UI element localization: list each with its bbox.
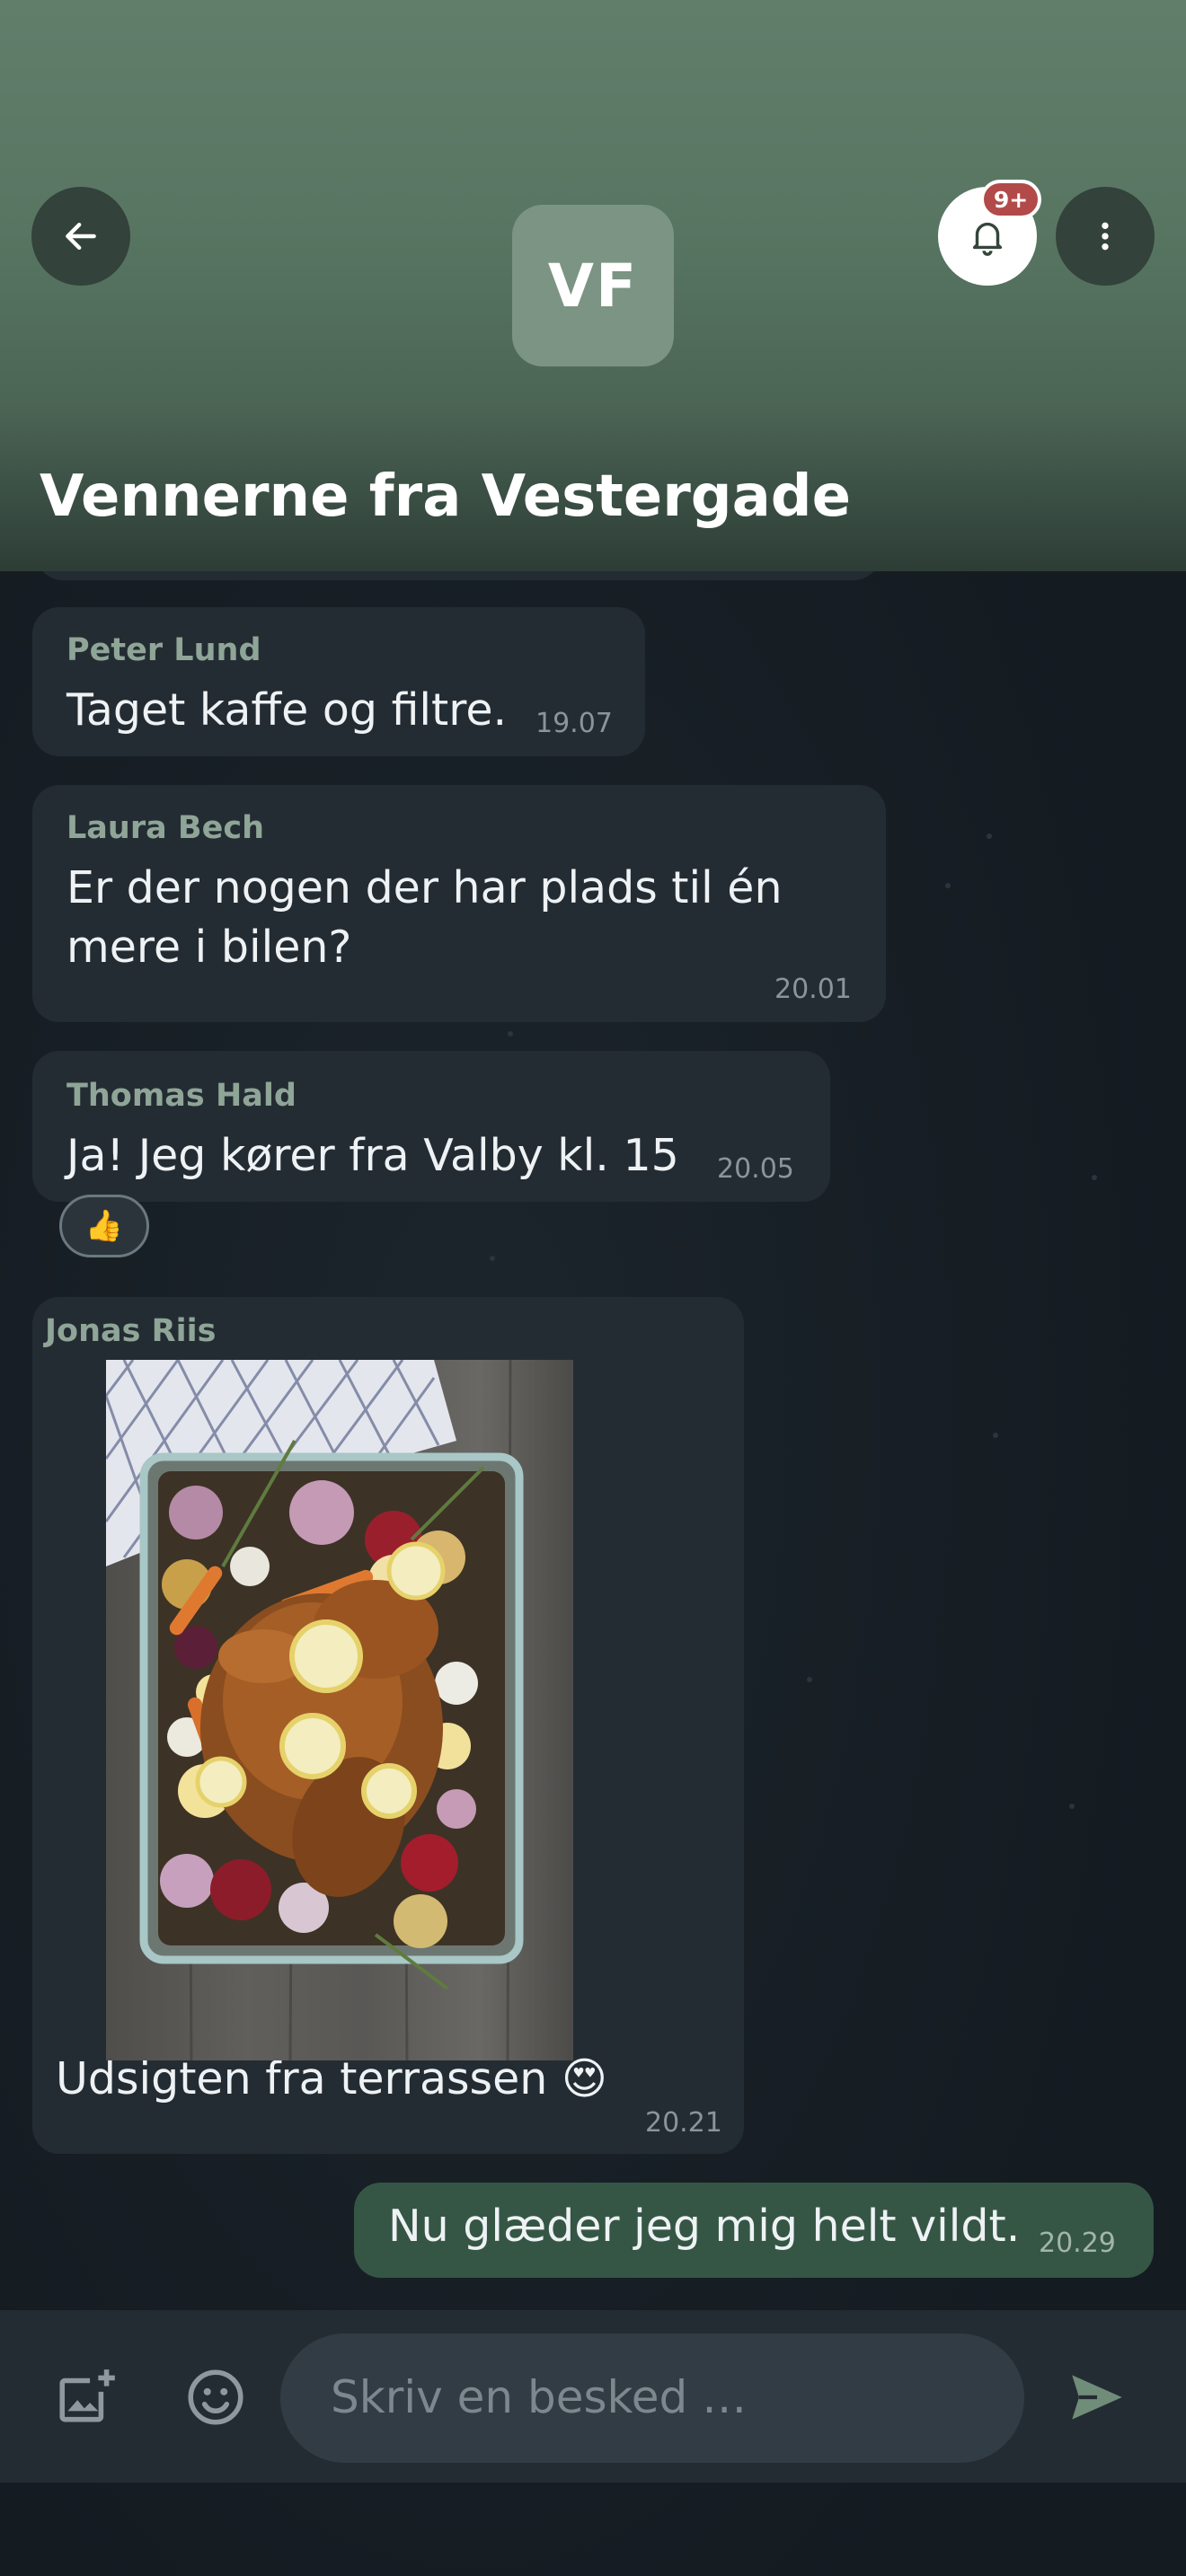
- message-time: 20.29: [1039, 2228, 1116, 2259]
- background-speck: [993, 1433, 998, 1438]
- send-icon: [1072, 2375, 1122, 2420]
- message-text: Ja! Jeg kører fra Valby kl. 15: [66, 1130, 679, 1181]
- more-vertical-icon: [1102, 222, 1109, 251]
- message-time: 20.05: [717, 1153, 794, 1185]
- thumbs-up-emoji: 👍: [84, 1208, 124, 1244]
- background-speck: [508, 1031, 513, 1037]
- reaction-thumbs-up[interactable]: 👍: [59, 1195, 149, 1257]
- message-time: 19.07: [535, 708, 613, 739]
- sender-name: Jonas Riis: [45, 1313, 217, 1349]
- message-text: Nu glæder jeg mig helt vildt.: [388, 2201, 1021, 2252]
- shared-food-photo[interactable]: [106, 1360, 573, 2060]
- background-speck: [807, 1677, 812, 1682]
- background-speck: [1069, 1804, 1075, 1809]
- back-arrow-icon: [66, 222, 96, 251]
- send-button[interactable]: [1064, 2364, 1130, 2430]
- message-time: 20.01: [774, 974, 852, 1005]
- own-message-bubble[interactable]: Nu glæder jeg mig helt vildt. 20.29: [354, 2183, 1154, 2278]
- back-button[interactable]: [31, 187, 130, 286]
- emoji-icon: [188, 2369, 243, 2425]
- sender-name: Thomas Hald: [66, 1078, 296, 1114]
- message-text: Taget kaffe og filtre.: [66, 684, 508, 736]
- emoji-button[interactable]: [182, 2364, 249, 2430]
- background-speck: [945, 883, 951, 888]
- group-title[interactable]: Vennerne fra Vestergade: [40, 463, 851, 530]
- group-avatar[interactable]: VF: [512, 205, 674, 366]
- message-time: 20.21: [645, 2107, 722, 2139]
- background-speck: [490, 1256, 495, 1261]
- background-speck: [1092, 1175, 1097, 1180]
- sender-name: Laura Bech: [66, 810, 264, 846]
- more-options-button[interactable]: [1056, 187, 1155, 286]
- roast-chicken-illustration: [106, 1360, 524, 2060]
- add-image-icon: [59, 2369, 115, 2422]
- add-image-button[interactable]: [54, 2364, 120, 2430]
- bell-icon: [972, 222, 1003, 256]
- message-text-line: Er der nogen der har plads til én: [66, 862, 783, 913]
- message-text-line: mere i bilen?: [66, 922, 352, 973]
- message-bubble[interactable]: Thomas Hald Ja! Jeg kører fra Valby kl. …: [32, 1051, 830, 1202]
- background-speck: [987, 834, 992, 839]
- message-input-placeholder: Skriv en besked …: [331, 2371, 748, 2423]
- notification-badge: 9+: [980, 180, 1041, 219]
- message-bubble[interactable]: Peter Lund Taget kaffe og filtre. 19.07: [32, 607, 645, 756]
- sender-name: Peter Lund: [66, 632, 261, 668]
- message-bubble[interactable]: Laura Bech Er der nogen der har plads ti…: [32, 785, 886, 1022]
